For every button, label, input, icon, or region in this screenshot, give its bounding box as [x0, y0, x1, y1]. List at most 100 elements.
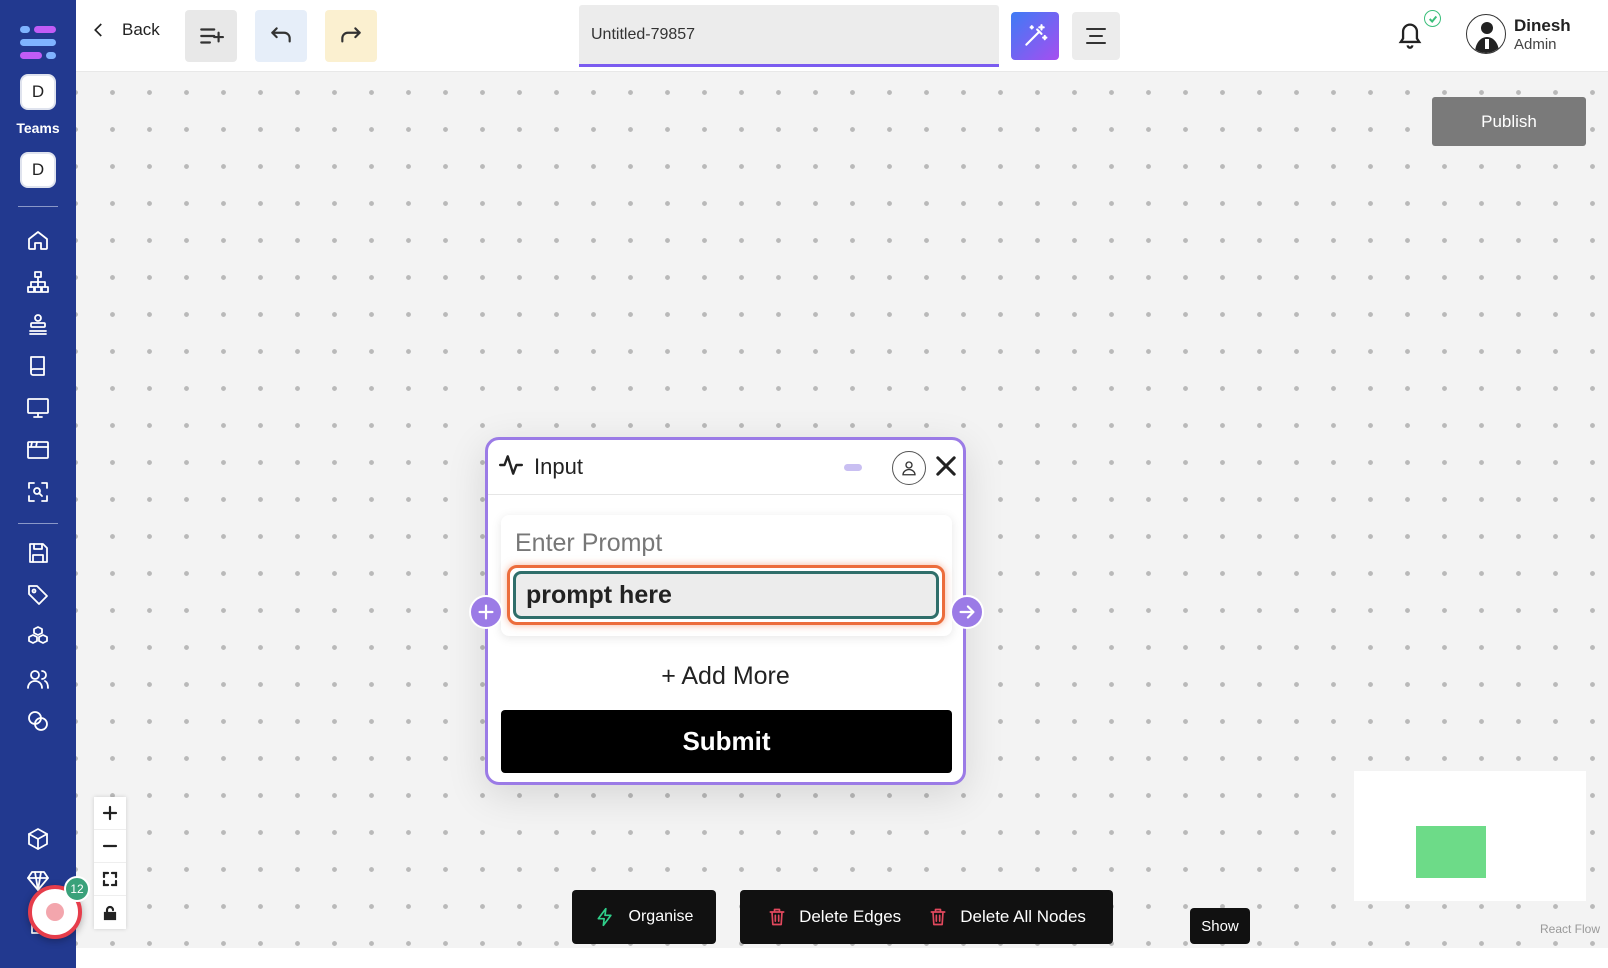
list-add-icon [200, 28, 224, 44]
sidebar-item-monitor[interactable] [18, 388, 58, 428]
minus-icon [102, 844, 118, 848]
back-button[interactable]: Back [90, 20, 160, 40]
add-more-button[interactable]: + Add More [488, 662, 963, 691]
sidebar-item-users[interactable] [18, 659, 58, 699]
user-menu[interactable]: Dinesh Admin [1466, 14, 1571, 54]
sidebar-item-tags[interactable] [18, 575, 58, 615]
package-icon [28, 828, 48, 850]
teams-label: Teams [16, 120, 60, 136]
node-user-button[interactable] [892, 451, 926, 485]
node-input-handle[interactable] [469, 595, 503, 629]
react-flow-attribution[interactable]: React Flow [1540, 922, 1600, 936]
magic-wand-button[interactable] [1011, 12, 1059, 60]
node-output-handle[interactable] [950, 595, 984, 629]
sidebar-item-scan[interactable] [18, 472, 58, 512]
sidebar-item-stack[interactable] [18, 304, 58, 344]
book-icon [30, 356, 45, 376]
delete-edges-label: Delete Edges [799, 907, 902, 926]
sidebar-item-browser[interactable] [18, 430, 58, 470]
minimap[interactable] [1354, 771, 1586, 901]
arrow-right-icon [959, 605, 975, 619]
sidebar-divider [18, 523, 58, 524]
activity-icon [498, 452, 524, 483]
prompt-label: Enter Prompt [515, 529, 663, 557]
organise-button[interactable]: Organise [572, 890, 716, 944]
top-header: Back Untitled-79857 Dinesh Admin [76, 0, 1608, 72]
tag-icon [28, 585, 48, 605]
close-icon [936, 456, 956, 476]
notification-badge: 12 [64, 876, 90, 902]
lock-button[interactable] [94, 896, 126, 929]
node-header[interactable]: Input [488, 440, 963, 495]
sidebar-item-home[interactable] [18, 220, 58, 260]
fullscreen-icon [102, 871, 118, 887]
sidebar-item-packages[interactable] [18, 819, 58, 859]
redo-button[interactable] [325, 10, 377, 62]
trash-icon [769, 908, 785, 926]
team-avatar-secondary[interactable]: D [20, 152, 56, 188]
lightning-icon [597, 907, 612, 927]
zoom-in-button[interactable] [94, 797, 126, 830]
node-close-button[interactable] [932, 452, 962, 482]
prompt-input[interactable] [513, 571, 939, 619]
back-label: Back [122, 20, 160, 39]
plus-icon [478, 604, 494, 620]
delete-all-nodes-button[interactable]: Delete All Nodes [928, 907, 1086, 927]
node-title: Input [534, 454, 583, 479]
submit-button[interactable]: Submit [501, 710, 952, 773]
organise-label: Organise [628, 908, 694, 925]
sidebar-item-components[interactable] [18, 617, 58, 657]
publish-button[interactable]: Publish [1432, 97, 1586, 146]
sitemap-icon [27, 271, 49, 293]
input-node[interactable]: Input Enter Prompt + Add More Submit [485, 437, 966, 785]
add-list-button[interactable] [185, 10, 237, 62]
plus-icon [102, 805, 118, 821]
drag-handle[interactable] [844, 464, 862, 471]
app-logo[interactable] [20, 26, 56, 60]
lock-icon [103, 905, 117, 920]
cubes-icon [28, 626, 48, 644]
sidebar: D Teams D [0, 0, 76, 968]
sidebar-item-workflows[interactable] [18, 262, 58, 302]
user-role: Admin [1514, 36, 1557, 53]
magic-wand-icon [1025, 24, 1048, 46]
bell-icon [1398, 23, 1422, 49]
delete-all-nodes-label: Delete All Nodes [960, 907, 1086, 926]
app-root: D Teams D Back Untitled-79857 Dinesh Adm… [0, 0, 1608, 968]
align-center-icon [1086, 28, 1106, 44]
show-button[interactable]: Show [1190, 908, 1250, 944]
status-check-icon [1424, 10, 1441, 27]
undo-icon [271, 27, 291, 43]
monitor-icon [27, 398, 49, 418]
delete-edges-button[interactable]: Delete Edges [767, 907, 901, 927]
user-name: Dinesh [1514, 16, 1571, 35]
canvas-footer [76, 948, 1608, 968]
undo-button[interactable] [255, 10, 307, 62]
notifications-button[interactable] [1396, 20, 1426, 52]
sidebar-item-billing[interactable] [18, 701, 58, 741]
coins-icon [28, 711, 48, 731]
sidebar-item-save[interactable] [18, 533, 58, 573]
save-icon [29, 543, 48, 563]
prompt-card: Enter Prompt [501, 515, 952, 636]
delete-toolbar: Delete Edges Delete All Nodes [740, 890, 1113, 944]
fit-view-button[interactable] [94, 863, 126, 896]
sidebar-item-library[interactable] [18, 346, 58, 386]
user-info: Dinesh Admin [1514, 15, 1571, 53]
team-avatar[interactable]: D [20, 74, 56, 110]
minimap-node [1416, 826, 1486, 878]
record-icon [46, 903, 64, 921]
zoom-controls [94, 797, 126, 929]
user-icon [902, 461, 916, 476]
redo-icon [341, 27, 361, 43]
align-menu-button[interactable] [1072, 12, 1120, 60]
flow-title-input[interactable] [579, 5, 999, 67]
trash-icon [930, 908, 946, 926]
stack-icon [29, 314, 47, 335]
browser-window-icon [27, 441, 49, 459]
zoom-out-button[interactable] [94, 830, 126, 863]
chevron-left-icon [94, 23, 102, 37]
sidebar-divider [18, 206, 58, 207]
users-icon [27, 670, 49, 689]
home-icon [28, 231, 48, 250]
